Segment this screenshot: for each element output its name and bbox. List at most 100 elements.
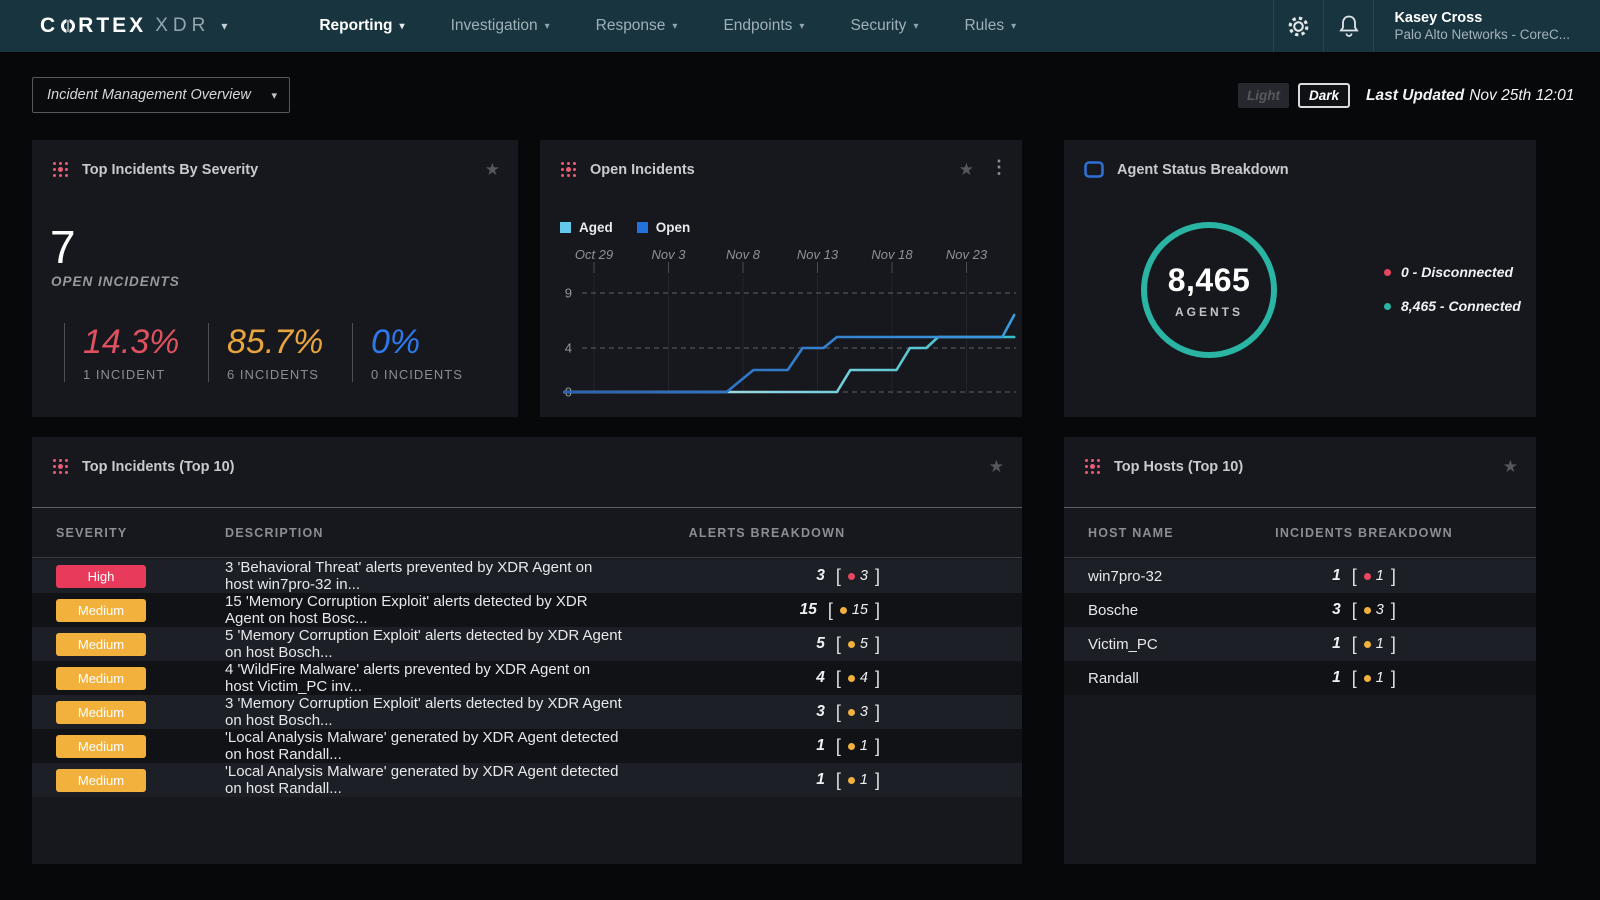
host-row[interactable]: Victim_PC 1 [ 1 ] bbox=[1064, 627, 1536, 661]
alert-dot bbox=[848, 675, 855, 682]
severity-stat[interactable]: 14.3% 1 INCIDENT bbox=[64, 323, 208, 382]
incident-row[interactable]: Medium 'Local Analysis Malware' generate… bbox=[32, 729, 1022, 763]
severity-badge: Medium bbox=[56, 769, 146, 792]
widget-dots-icon bbox=[52, 161, 69, 178]
agents-legend-item[interactable]: 0 - Disconnected bbox=[1384, 264, 1521, 280]
table-header-row: SEVERITY DESCRIPTION ALERTS BREAKDOWN bbox=[32, 508, 1022, 558]
host-row[interactable]: Randall 1 [ 1 ] bbox=[1064, 661, 1536, 695]
nav-menu-item[interactable]: Investigation ▾ bbox=[451, 17, 550, 35]
incident-description: 3 'Behavioral Threat' alerts prevented b… bbox=[225, 559, 622, 593]
cortex-xdr-logo[interactable]: CRTEX XDR ▾ bbox=[40, 14, 227, 38]
alerts-breakdown: 15 [ 15 ] bbox=[622, 600, 912, 621]
chevron-down-icon: ▾ bbox=[672, 21, 677, 32]
chart-legend: Aged Open bbox=[560, 220, 690, 235]
incidents-breakdown: 3 [ 3 ] bbox=[1264, 600, 1464, 621]
open-incidents-line-chart[interactable]: Oct 29Nov 3Nov 8Nov 13Nov 18Nov 23049 bbox=[544, 240, 1018, 408]
severity-count-label: 0 INCIDENTS bbox=[371, 367, 496, 382]
incident-dot bbox=[1364, 675, 1371, 682]
user-menu[interactable]: Kasey Cross Palo Alto Networks - CoreC..… bbox=[1373, 0, 1600, 52]
notifications-button[interactable] bbox=[1323, 0, 1373, 52]
nav-menu-item[interactable]: Rules ▾ bbox=[964, 17, 1016, 35]
card-header: Agent Status Breakdown bbox=[1064, 140, 1536, 179]
open-incident-count: 7 bbox=[50, 220, 76, 274]
incident-description: 3 'Memory Corruption Exploit' alerts det… bbox=[225, 695, 622, 729]
nav-menu-item[interactable]: Reporting ▾ bbox=[319, 17, 404, 35]
alerts-breakdown: 3 [ 3 ] bbox=[622, 702, 912, 723]
kebab-menu-icon[interactable]: ⋮ bbox=[990, 158, 1008, 176]
agents-legend-item[interactable]: 8,465 - Connected bbox=[1384, 298, 1521, 314]
severity-stat[interactable]: 0% 0 INCIDENTS bbox=[352, 323, 496, 382]
svg-text:Nov 18: Nov 18 bbox=[871, 247, 913, 262]
bell-icon bbox=[1338, 14, 1360, 39]
alert-dot bbox=[848, 573, 855, 580]
widget-dots-icon bbox=[1084, 458, 1101, 475]
incident-description: 5 'Memory Corruption Exploit' alerts det… bbox=[225, 627, 622, 661]
incident-row[interactable]: Medium 4 'WildFire Malware' alerts preve… bbox=[32, 661, 1022, 695]
severity-badge: Medium bbox=[56, 599, 146, 622]
settings-button[interactable] bbox=[1273, 0, 1323, 52]
incident-row[interactable]: Medium 3 'Memory Corruption Exploit' ale… bbox=[32, 695, 1022, 729]
nav-menu-item[interactable]: Endpoints ▾ bbox=[723, 17, 804, 35]
incident-row[interactable]: Medium 15 'Memory Corruption Exploit' al… bbox=[32, 593, 1022, 627]
hosts-table-body: win7pro-32 1 [ 1 ] Bosche 3 [ 3 ] bbox=[1064, 559, 1536, 695]
alerts-breakdown: 1 [ 1 ] bbox=[622, 736, 912, 757]
incident-row[interactable]: High 3 'Behavioral Threat' alerts preven… bbox=[32, 559, 1022, 593]
nav-menu-item[interactable]: Security ▾ bbox=[850, 17, 918, 35]
alerts-breakdown: 4 [ 4 ] bbox=[622, 668, 912, 689]
svg-text:Nov 8: Nov 8 bbox=[726, 247, 761, 262]
host-name: Victim_PC bbox=[1064, 636, 1264, 653]
host-row[interactable]: win7pro-32 1 [ 1 ] bbox=[1064, 559, 1536, 593]
chevron-down-icon: ▾ bbox=[221, 19, 227, 33]
alert-dot bbox=[848, 709, 855, 716]
agents-total: 8,465 bbox=[1168, 262, 1251, 299]
agents-monitor-icon bbox=[1084, 161, 1104, 179]
severity-badge: High bbox=[56, 565, 146, 588]
logo-product: XDR bbox=[155, 15, 210, 37]
chevron-down-icon: ▾ bbox=[799, 21, 804, 32]
chevron-down-icon: ▾ bbox=[913, 21, 918, 32]
legend-item[interactable]: Open bbox=[637, 220, 691, 235]
dark-theme-button[interactable]: Dark bbox=[1298, 83, 1350, 108]
card-open-incidents: Open Incidents ★ ⋮ Aged Open Oct 29Nov 3… bbox=[540, 140, 1022, 417]
column-header-incidents-breakdown: INCIDENTS BREAKDOWN bbox=[1264, 526, 1464, 540]
column-header-severity: SEVERITY bbox=[32, 526, 225, 540]
favorite-star-icon[interactable]: ★ bbox=[989, 457, 1004, 477]
severity-badge: Medium bbox=[56, 667, 146, 690]
agents-total-label: AGENTS bbox=[1175, 305, 1243, 319]
nav-menu-item[interactable]: Response ▾ bbox=[596, 17, 678, 35]
favorite-star-icon[interactable]: ★ bbox=[959, 160, 974, 180]
cortex-o-icon bbox=[61, 19, 75, 33]
incident-description: 4 'WildFire Malware' alerts prevented by… bbox=[225, 661, 622, 695]
incident-row[interactable]: Medium 5 'Memory Corruption Exploit' ale… bbox=[32, 627, 1022, 661]
dropdown-caret-icon: ▾ bbox=[271, 89, 277, 102]
alert-dot bbox=[848, 641, 855, 648]
severity-percent: 0% bbox=[371, 323, 496, 362]
widget-dots-icon bbox=[560, 161, 577, 178]
severity-stat[interactable]: 85.7% 6 INCIDENTS bbox=[208, 323, 352, 382]
severity-count-label: 6 INCIDENTS bbox=[227, 367, 352, 382]
favorite-star-icon[interactable]: ★ bbox=[485, 160, 500, 180]
light-theme-button[interactable]: Light bbox=[1238, 83, 1289, 108]
alerts-breakdown: 1 [ 1 ] bbox=[622, 770, 912, 791]
legend-item[interactable]: Aged bbox=[560, 220, 613, 235]
legend-swatch bbox=[637, 222, 648, 233]
svg-text:Nov 13: Nov 13 bbox=[797, 247, 839, 262]
incident-dot bbox=[1364, 573, 1371, 580]
card-top-incidents-by-severity: Top Incidents By Severity ★ 7 OPEN INCID… bbox=[32, 140, 518, 417]
theme-and-updated: Light Dark Last UpdatedNov 25th 12:01 bbox=[1238, 83, 1574, 108]
column-header-alerts-breakdown: ALERTS BREAKDOWN bbox=[622, 526, 912, 540]
card-title: Agent Status Breakdown bbox=[1117, 162, 1289, 178]
nav-menu: Reporting ▾ Investigation ▾ Response ▾ E… bbox=[319, 17, 1016, 35]
severity-count-label: 1 INCIDENT bbox=[83, 367, 208, 382]
legend-swatch bbox=[560, 222, 571, 233]
incident-row[interactable]: Medium 'Local Analysis Malware' generate… bbox=[32, 763, 1022, 797]
agents-donut-ring: 8,465 AGENTS bbox=[1141, 222, 1277, 358]
chevron-down-icon: ▾ bbox=[1011, 21, 1016, 32]
severity-percent: 85.7% bbox=[227, 323, 352, 362]
svg-text:Nov 23: Nov 23 bbox=[946, 247, 988, 262]
incidents-table-body: High 3 'Behavioral Threat' alerts preven… bbox=[32, 559, 1022, 797]
favorite-star-icon[interactable]: ★ bbox=[1503, 457, 1518, 477]
dashboard-selector[interactable]: Incident Management Overview ▾ bbox=[32, 77, 290, 113]
severity-badge: Medium bbox=[56, 633, 146, 656]
host-row[interactable]: Bosche 3 [ 3 ] bbox=[1064, 593, 1536, 627]
